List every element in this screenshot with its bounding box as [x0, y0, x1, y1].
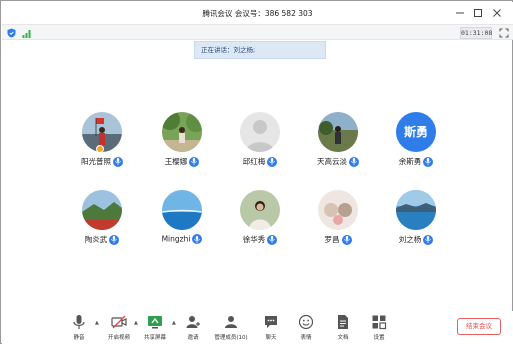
participant-tile[interactable]: 刘之杨: [381, 190, 451, 260]
mic-icon[interactable]: [192, 234, 203, 244]
members-label: 管理成员(10): [214, 335, 248, 341]
participant-tile[interactable]: 邱红梅: [225, 112, 295, 182]
avatar: [318, 112, 358, 152]
mic-icon[interactable]: [113, 156, 123, 167]
participant-name: 陶炎武: [84, 235, 108, 244]
mic-icon[interactable]: [267, 234, 278, 245]
participant-name: 徐华秀: [242, 235, 266, 244]
mic-icon[interactable]: [341, 234, 352, 245]
mic-icon[interactable]: [423, 156, 434, 167]
participant-tile[interactable]: 阳光普照: [67, 112, 137, 182]
document-icon: [338, 315, 348, 329]
participant-tile[interactable]: Mingzhi: [147, 190, 217, 260]
avatar: [82, 190, 122, 230]
minimize-icon[interactable]: [453, 6, 467, 20]
title-bar: 腾讯会议 会议号：386 582 303: [2, 2, 513, 24]
mic-icon[interactable]: [267, 156, 278, 167]
speaking-banner: 正在讲话：刘之杨;: [194, 41, 326, 59]
mic-icon[interactable]: [109, 234, 120, 245]
video-off-icon: [111, 315, 127, 329]
share-screen-icon: [148, 316, 162, 329]
caret-up-icon[interactable]: ▲: [172, 320, 176, 326]
participant-name: 邱红梅: [242, 157, 266, 166]
avatar: [240, 112, 280, 152]
share-label: 共享屏幕: [143, 335, 166, 341]
status-bar: 01:31:08: [2, 24, 513, 40]
settings-grid-icon: [372, 315, 387, 330]
caret-up-icon[interactable]: ▲: [95, 320, 99, 326]
end-meeting-button[interactable]: 结束会议: [457, 318, 501, 335]
window-title: 腾讯会议 会议号：386 582 303: [202, 9, 313, 18]
chat-button[interactable]: 聊天: [258, 311, 284, 344]
host-badge-icon: [96, 145, 104, 153]
share-screen-button[interactable]: 共享屏幕: [140, 311, 170, 344]
meeting-window: 腾讯会议 会议号：386 582 303 01:31:08 正在讲话：刘之杨;: [0, 0, 513, 344]
meeting-timer: 01:31:08: [460, 27, 493, 39]
avatar: [162, 190, 202, 230]
mute-button[interactable]: 静音: [66, 311, 92, 344]
participant-tile[interactable]: 罗昌: [303, 190, 373, 260]
docs-button[interactable]: 文档: [330, 311, 356, 344]
mute-label: 静音: [73, 335, 85, 341]
signal-strength-icon[interactable]: [22, 28, 32, 38]
invite-button[interactable]: 邀请: [180, 311, 206, 344]
mic-icon[interactable]: [189, 156, 200, 167]
mic-icon[interactable]: [349, 156, 359, 167]
settings-button[interactable]: 设置: [366, 311, 392, 344]
video-label: 开启视频: [107, 335, 130, 341]
participant-tile[interactable]: 陶炎武: [67, 190, 137, 260]
start-video-button[interactable]: 开启视频: [102, 311, 136, 344]
participant-tile[interactable]: 王樱娜: [147, 112, 217, 182]
avatar: [240, 190, 280, 230]
emoji-icon: [298, 314, 314, 330]
settings-label: 设置: [373, 335, 385, 341]
invite-label: 邀请: [187, 335, 199, 341]
microphone-icon: [73, 315, 85, 329]
participant-tile[interactable]: 斯勇 余斯勇: [381, 112, 451, 182]
chat-label: 聊天: [265, 335, 277, 341]
avatar: [396, 190, 436, 230]
participant-name: Mingzhi: [161, 234, 191, 244]
close-icon[interactable]: [490, 6, 504, 20]
participant-name: 余斯勇: [398, 157, 422, 166]
avatar: [318, 190, 358, 230]
participant-name: 阳光普照: [81, 157, 111, 166]
participant-tile[interactable]: 天高云淡: [303, 112, 373, 182]
manage-members-button[interactable]: 管理成员(10): [211, 311, 251, 344]
avatar: [162, 112, 202, 152]
participant-tile[interactable]: 徐华秀: [225, 190, 295, 260]
participant-name: 刘之杨: [398, 235, 422, 244]
avatar: 斯勇: [396, 112, 436, 152]
emoji-button[interactable]: 表情: [293, 311, 319, 344]
members-icon: [225, 316, 237, 328]
fullscreen-icon[interactable]: [499, 28, 509, 38]
caret-up-icon[interactable]: ▲: [134, 320, 138, 326]
docs-label: 文档: [337, 335, 349, 341]
maximize-icon[interactable]: [471, 6, 485, 20]
emoji-label: 表情: [300, 335, 312, 341]
meeting-toolbar: 静音 ▲ 开启视频 ▲ 共享屏幕 ▲ 邀请 管理成员(10) 聊天 表情 文档 …: [2, 311, 513, 344]
shield-icon[interactable]: [7, 28, 16, 38]
add-user-icon: [186, 316, 200, 328]
chat-icon: [265, 316, 277, 328]
participant-name: 罗昌: [324, 235, 340, 244]
participant-name: 天高云淡: [317, 157, 347, 166]
mic-icon[interactable]: [423, 234, 434, 245]
participant-name: 王樱娜: [164, 157, 188, 166]
